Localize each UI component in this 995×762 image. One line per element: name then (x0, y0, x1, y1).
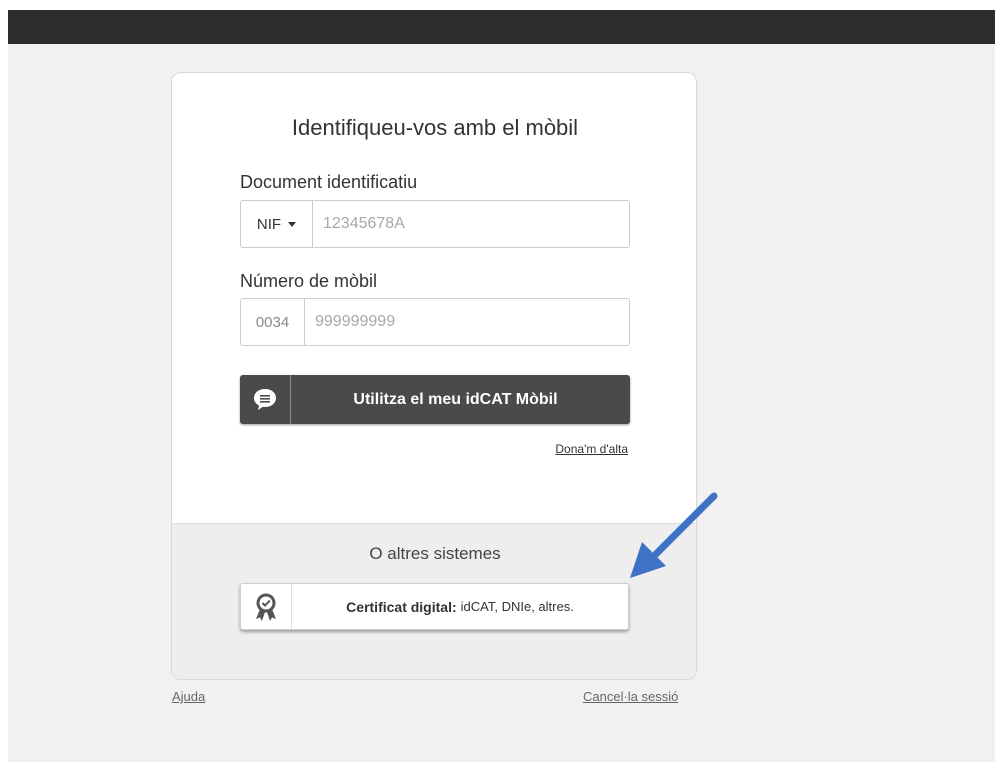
cancel-session-link[interactable]: Cancel·la sessió (583, 689, 678, 704)
mobile-input-group: 0034 (240, 298, 630, 346)
idcat-mobile-button[interactable]: Utilitza el meu idCAT Mòbil (240, 375, 630, 424)
caret-down-icon (288, 221, 297, 227)
mobile-label: Número de mòbil (240, 271, 378, 291)
digital-certificate-types: idCAT, DNIe, altres. (460, 599, 574, 614)
arrow-pointer-icon (630, 492, 718, 578)
country-prefix: 0034 (241, 299, 305, 345)
digital-certificate-title: Certificat digital: (346, 598, 457, 615)
other-systems-title: O altres sistemes (369, 544, 501, 563)
help-link[interactable]: Ajuda (172, 689, 205, 704)
other-systems-section: O altres sistemes Certificat digital: id… (172, 523, 696, 679)
certificate-icon (241, 584, 292, 629)
document-type-dropdown[interactable]: NIF (241, 201, 313, 247)
document-type-value: NIF (256, 215, 282, 233)
document-input-group: NIF (240, 200, 630, 248)
signup-link[interactable]: Dona'm d'alta (555, 442, 628, 456)
card-title: Identifiqueu-vos amb el mòbil (291, 115, 579, 140)
mobile-number-input[interactable] (305, 299, 629, 345)
digital-certificate-button[interactable]: Certificat digital: idCAT, DNIe, altres. (240, 583, 629, 630)
top-bar (8, 10, 995, 44)
digital-certificate-label: Certificat digital: idCAT, DNIe, altres. (292, 584, 628, 629)
document-label: Document identificatiu (240, 172, 418, 192)
login-card: Identifiqueu-vos amb el mòbil Document i… (171, 72, 697, 680)
idcat-mobile-button-label: Utilitza el meu idCAT Mòbil (353, 390, 558, 408)
document-number-input[interactable] (313, 201, 629, 247)
speech-bubble-icon (240, 375, 291, 424)
